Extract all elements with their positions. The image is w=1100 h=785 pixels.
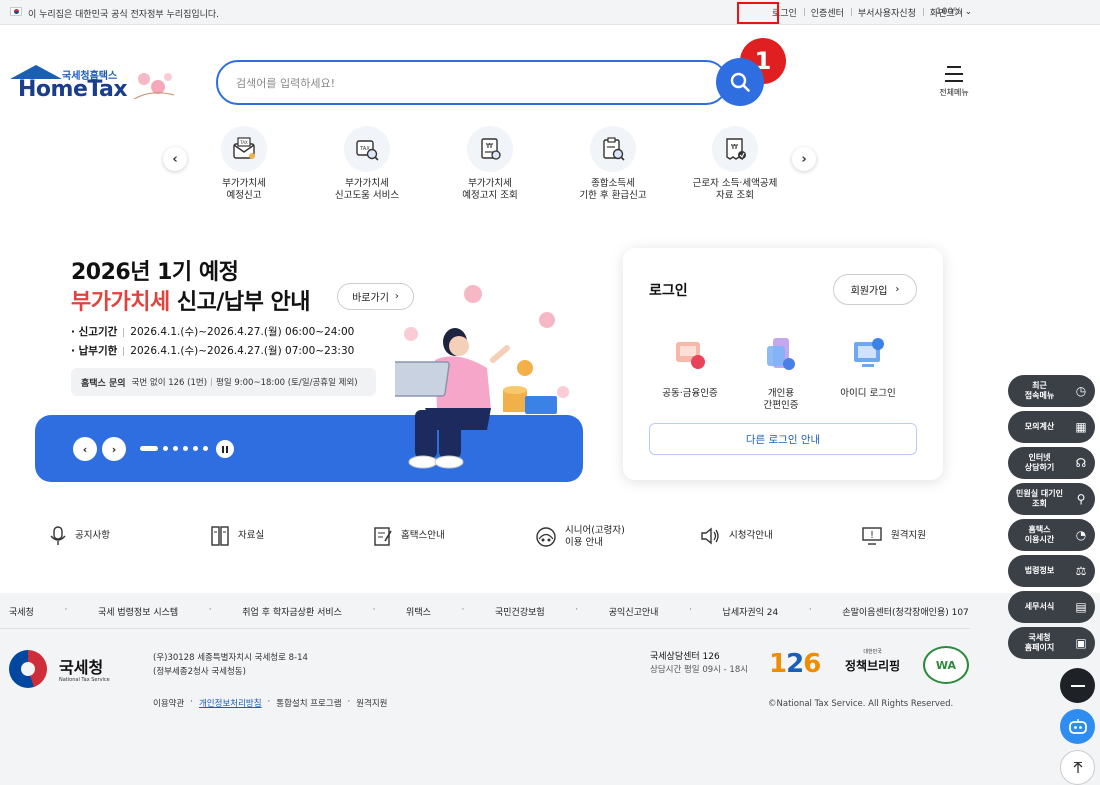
- minus-icon: [1070, 684, 1085, 687]
- right-tax-forms[interactable]: 세무서식 ▤: [1008, 591, 1095, 623]
- join-button[interactable]: 회원가입 ›: [833, 274, 917, 305]
- arrow-up-icon: [1073, 761, 1082, 773]
- dept-user-link[interactable]: 부서사용자신청: [850, 6, 923, 19]
- person-search-icon: ⚲: [1076, 492, 1086, 506]
- banner-title-line2: 부가가치세 신고/납부 안내: [71, 290, 311, 315]
- login-highlight-box: [737, 2, 779, 24]
- wa-mark[interactable]: WA: [923, 646, 969, 684]
- right-nts-homepage[interactable]: 국세청 홈페이지 ▣: [1008, 627, 1095, 659]
- footer-nav: 이용약관 · 개인정보처리방침 · 통합설치 프로그램 · 원격지원: [153, 697, 388, 709]
- won-document-icon: ₩: [467, 126, 513, 172]
- certificate-icon: [676, 342, 705, 369]
- footer: [0, 593, 1100, 785]
- right-law-info[interactable]: 법령정보 ⚖: [1008, 555, 1095, 587]
- right-usage-time[interactable]: 홈택스 이용시간 ◔: [1008, 519, 1095, 551]
- scroll-top-button[interactable]: [1060, 750, 1095, 785]
- chevron-right-icon: ›: [895, 284, 900, 295]
- tax-search-icon: TAX: [344, 126, 390, 172]
- all-menu-button[interactable]: 전체메뉴: [936, 66, 972, 98]
- svg-text:₩: ₩: [731, 143, 738, 151]
- other-login-button[interactable]: 다른 로그인 안내: [649, 423, 917, 455]
- quick-next-button[interactable]: ›: [792, 147, 816, 171]
- banner-pagination[interactable]: [140, 446, 208, 451]
- collapse-menu-button[interactable]: [1060, 668, 1095, 703]
- banner-prev-button[interactable]: ‹: [73, 437, 97, 461]
- policy-briefing-logo[interactable]: 대한민국 정책브리핑: [845, 648, 900, 674]
- svg-text:TAX: TAX: [239, 140, 248, 145]
- copyright: ©National Tax Service. All Rights Reserv…: [768, 699, 954, 709]
- korea-flag-icon: [10, 7, 22, 16]
- remote-support-icon: !: [862, 527, 882, 545]
- homepage-icon: ▣: [1075, 636, 1087, 650]
- right-online-consult[interactable]: 인터넷 상담하기 ☊: [1008, 447, 1095, 479]
- quick-item-worker-deduction[interactable]: ₩ 근로자 소득·세액공제 자료 조회: [680, 126, 790, 202]
- id-login-option[interactable]: 아이디 로그인: [823, 334, 913, 400]
- won-receipt-icon: ₩: [712, 126, 758, 172]
- login-title: 로그인: [649, 283, 688, 299]
- notice-link[interactable]: 공지사항: [49, 525, 110, 547]
- nts-logo[interactable]: 국세청 National Tax Service: [9, 650, 119, 690]
- search-button[interactable]: [716, 58, 764, 106]
- senior-icon: [536, 527, 556, 547]
- quick-item-vat-notice[interactable]: ₩ 부가가치세 예정고지 조회: [435, 126, 545, 202]
- cert-login-option[interactable]: 공동·금융인증: [645, 334, 735, 400]
- login-panel: 로그인 회원가입 › 공동·금융인증 개인용 간편인증 아이디 로그인 다른 로그…: [623, 248, 943, 480]
- simple-auth-option[interactable]: 개인용 간편인증: [736, 334, 826, 412]
- speaker-icon: [701, 527, 719, 545]
- time-icon: ◔: [1075, 528, 1087, 542]
- hometax-logo[interactable]: 국세청홈택스 HomeTax: [10, 65, 175, 105]
- quick-item-vat-help[interactable]: TAX 부가가치세 신고도움 서비스: [312, 126, 422, 202]
- form-icon: ▤: [1075, 600, 1087, 614]
- banner-title-line1: 2026년 1기 예정: [71, 260, 239, 285]
- headset-icon: ☊: [1075, 456, 1087, 470]
- hamburger-icon: [945, 66, 963, 82]
- guide-icon: [374, 527, 392, 546]
- gov-bar: 이 누리집은 대한민국 공식 전자정부 누리집입니다. 로그인 인증센터 부서사…: [0, 0, 1100, 25]
- badge-126[interactable]: 126: [769, 649, 821, 679]
- taegeuk-icon: [9, 650, 47, 688]
- call-center-info: 국세상담센터 126 상담시간 평일 09시 - 18시: [650, 652, 749, 675]
- zoom-select[interactable]: 100% ⌄: [936, 7, 972, 17]
- remote-support-link[interactable]: ! 원격지원: [861, 525, 926, 547]
- archive-icon: [211, 526, 229, 546]
- search-icon: [730, 72, 750, 92]
- chatbot-button[interactable]: [1060, 709, 1095, 744]
- quick-prev-button[interactable]: ‹: [163, 147, 187, 171]
- right-recent-menu[interactable]: 최근 접속메뉴 ◷: [1008, 375, 1095, 407]
- svg-text:₩: ₩: [486, 142, 493, 150]
- id-login-icon: [854, 338, 884, 367]
- hometax-guide-link[interactable]: 홈택스안내: [373, 525, 445, 547]
- footer-related-links: 국세청 · 국세 법령정보 시스템 · 취업 후 학자금상환 서비스 · 위택스 · 국…: [9, 605, 969, 618]
- search-input[interactable]: 검색어를 입력하세요!: [216, 60, 728, 105]
- footer-address: (우)30128 세종특별자치시 국세청로 8-14 (정부세종2청사 국세청동…: [153, 653, 308, 677]
- gavel-icon: ⚖: [1075, 564, 1087, 578]
- filing-period: · 신고기간 2026.4.1.(수)~2026.4.27.(월) 06:00~2…: [71, 326, 355, 338]
- microphone-icon: [50, 526, 66, 545]
- footer-divider: [0, 628, 970, 629]
- clipboard-search-icon: [590, 126, 636, 172]
- gov-notice[interactable]: 이 누리집은 대한민국 공식 전자정부 누리집입니다.: [28, 7, 219, 20]
- right-wait-lookup[interactable]: 민원실 대기인 조회 ⚲: [1008, 483, 1095, 515]
- quick-item-vat-prelim[interactable]: TAX 부가가치세 예정신고: [189, 126, 299, 202]
- svg-text:!: !: [870, 530, 874, 541]
- banner-pause-button[interactable]: [216, 440, 234, 458]
- banner-illustration: [395, 285, 569, 469]
- tax-envelope-icon: TAX: [221, 126, 267, 172]
- right-mock-calc[interactable]: 모의계산 ▦: [1008, 411, 1095, 443]
- quick-item-income-refund[interactable]: 종합소득세 기한 후 환급신고: [558, 126, 668, 202]
- banner-next-button[interactable]: ›: [102, 437, 126, 461]
- auth-center-link[interactable]: 인증센터: [803, 6, 851, 19]
- archive-link[interactable]: 자료실: [210, 525, 264, 547]
- hometax-inquiry: 홈택스 문의 국번 없이 126 (1번) 평일 9:00~18:00 (토/일/…: [71, 368, 376, 396]
- chatbot-icon: [1068, 718, 1087, 734]
- cherry-blossom-icon: [133, 73, 175, 100]
- calculator-icon: ▦: [1075, 420, 1087, 434]
- senior-guide-link[interactable]: 시니어(고령자) 이용 안내: [535, 525, 625, 549]
- clock-icon: ◷: [1075, 384, 1087, 398]
- audiovisual-guide-link[interactable]: 시청각안내: [699, 525, 773, 547]
- payment-period: · 납부기한 2026.4.1.(수)~2026.4.27.(월) 07:00~2…: [71, 345, 355, 357]
- simple-auth-icon: [767, 338, 795, 370]
